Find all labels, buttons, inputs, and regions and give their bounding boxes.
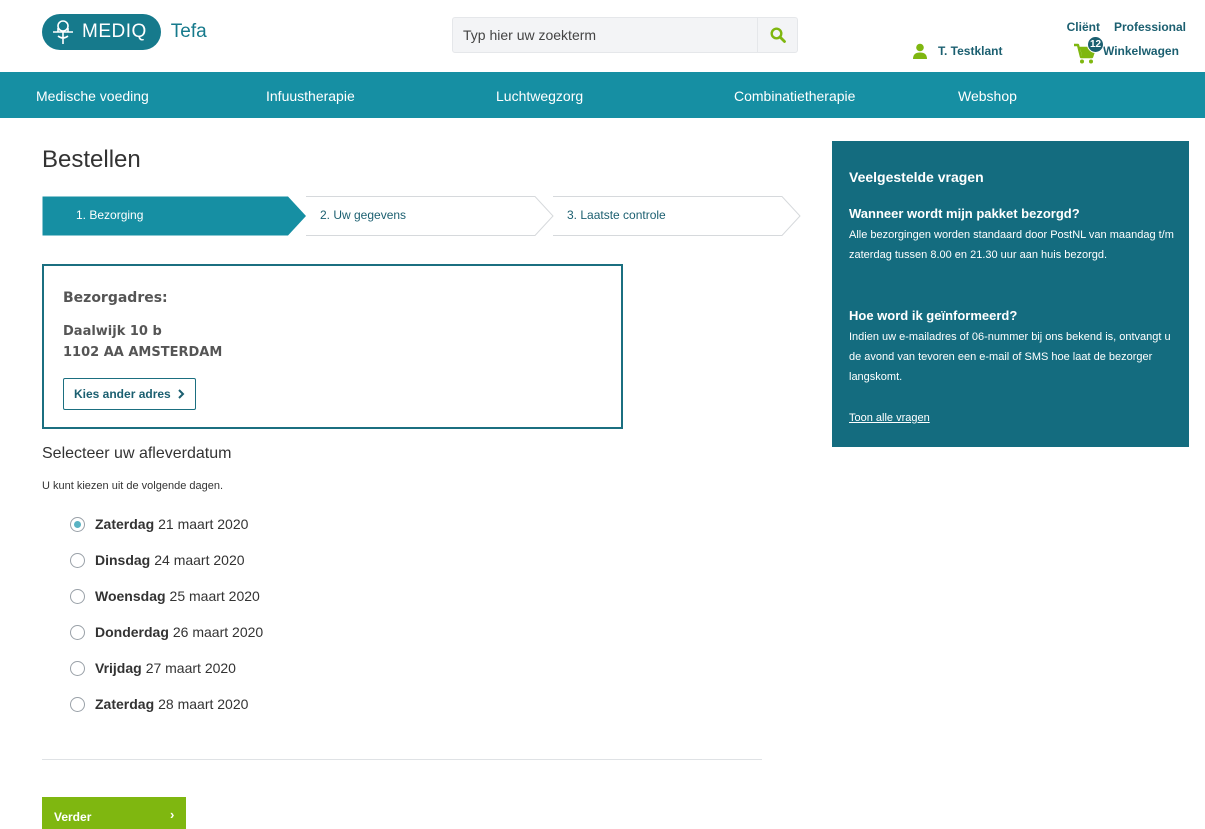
date-option-5[interactable]: Vrijdag 27 maart 2020 <box>70 660 236 676</box>
search-input[interactable] <box>453 18 757 52</box>
date-text: 26 maart 2020 <box>172 624 264 640</box>
nav-item-luchtwegzorg[interactable]: Luchtwegzorg <box>496 88 583 104</box>
user-icon <box>913 43 927 59</box>
top-link-professional[interactable]: Professional <box>1114 20 1186 34</box>
logo-subtitle: Tefa <box>170 21 207 42</box>
section-divider <box>42 759 762 760</box>
date-radio-6[interactable] <box>70 696 85 712</box>
date-option-2[interactable]: Dinsdag 24 maart 2020 <box>70 552 245 568</box>
date-option-3[interactable]: Woensdag 25 maart 2020 <box>70 588 260 604</box>
date-text: 25 maart 2020 <box>169 588 260 604</box>
cart-label: Winkelwagen <box>1103 44 1179 58</box>
steps-background <box>42 196 801 236</box>
date-radio-2[interactable] <box>70 552 85 568</box>
nav-item-webshop[interactable]: Webshop <box>958 88 1017 104</box>
date-text: 27 maart 2020 <box>145 660 236 676</box>
search-bar <box>452 17 798 53</box>
search-icon <box>769 27 786 43</box>
date-radio-3[interactable] <box>70 588 85 604</box>
change-address-label: Kies ander adres <box>74 387 171 401</box>
faq-question-2: Hoe word ik geïnformeerd? <box>849 308 1018 323</box>
header: MEDIQ Tefa Cliënt Professional T. Testkl… <box>0 0 1205 72</box>
address-title: Bezorgadres: <box>63 290 168 306</box>
date-text: 24 maart 2020 <box>154 552 245 568</box>
change-address-button[interactable]: Kies ander adres <box>63 378 196 410</box>
step-laatste-controle[interactable]: 3. Laatste controle <box>567 208 666 222</box>
date-text: 28 maart 2020 <box>158 696 249 712</box>
faq-panel: Veelgestelde vragen Wanneer wordt mijn p… <box>832 141 1189 447</box>
cart-link[interactable]: 12 Winkelwagen <box>1073 36 1179 64</box>
chevron-right-icon: › <box>170 807 175 822</box>
date-day: Dinsdag <box>95 552 151 568</box>
cart-icon-wrap: 12 <box>1073 36 1104 64</box>
chevron-right-icon <box>178 389 185 399</box>
search-button[interactable] <box>757 18 797 52</box>
address-street: Daalwijk 10 b <box>63 324 162 339</box>
logo-pill: MEDIQ <box>42 14 161 50</box>
nav-item-medische-voeding[interactable]: Medische voeding <box>36 88 149 104</box>
faq-all-questions-link[interactable]: Toon alle vragen <box>849 412 930 424</box>
step-bezorging[interactable]: 1. Bezorging <box>76 208 143 222</box>
date-radio-5[interactable] <box>70 660 85 676</box>
cart-count-badge: 12 <box>1087 36 1104 53</box>
next-button[interactable]: Verder › <box>42 797 186 829</box>
next-button-label: Verder <box>54 810 92 824</box>
date-day: Vrijdag <box>95 660 142 676</box>
delivery-address-box: Bezorgadres: Daalwijk 10 b 1102 AA AMSTE… <box>42 264 623 429</box>
faq-answer-2: Indien uw e-mailadres of 06-nummer bij o… <box>849 331 1171 383</box>
logo-text: MEDIQ <box>82 21 147 42</box>
logo[interactable]: MEDIQ Tefa <box>42 14 207 50</box>
faq-title: Veelgestelde vragen <box>849 169 984 185</box>
step-uw-gegevens[interactable]: 2. Uw gegevens <box>320 208 406 222</box>
date-day: Zaterdag <box>95 516 155 532</box>
nav-item-infuustherapie[interactable]: Infuustherapie <box>266 88 355 104</box>
mediq-logo-icon <box>53 20 73 44</box>
date-day: Woensdag <box>95 588 166 604</box>
top-links: Cliënt Professional <box>1067 20 1186 34</box>
checkout-steps: 1. Bezorging 2. Uw gegevens 3. Laatste c… <box>42 196 802 236</box>
user-name: T. Testklant <box>938 44 1003 58</box>
date-option-4[interactable]: Donderdag 26 maart 2020 <box>70 624 263 640</box>
date-radio-4[interactable] <box>70 624 85 640</box>
faq-question-1: Wanneer wordt mijn pakket bezorgd? <box>849 206 1080 221</box>
faq-answer-1: Alle bezorgingen worden standaard door P… <box>849 229 1174 261</box>
delivery-date-title: Selecteer uw afleverdatum <box>42 445 232 462</box>
nav-item-combinatietherapie[interactable]: Combinatietherapie <box>734 88 855 104</box>
delivery-date-subtitle: U kunt kiezen uit de volgende dagen. <box>42 480 224 492</box>
date-option-6[interactable]: Zaterdag 28 maart 2020 <box>70 696 248 712</box>
page-title: Bestellen <box>42 146 141 173</box>
top-link-client[interactable]: Cliënt <box>1067 20 1100 34</box>
date-day: Zaterdag <box>95 696 155 712</box>
date-text: 21 maart 2020 <box>158 516 249 532</box>
main-nav: Medische voeding Infuustherapie Luchtweg… <box>0 72 1205 118</box>
date-radio-1[interactable] <box>70 516 85 532</box>
date-day: Donderdag <box>95 624 169 640</box>
address-city: 1102 AA AMSTERDAM <box>63 345 223 360</box>
date-option-1[interactable]: Zaterdag 21 maart 2020 <box>70 516 248 532</box>
user-account-link[interactable]: T. Testklant <box>912 43 1002 59</box>
